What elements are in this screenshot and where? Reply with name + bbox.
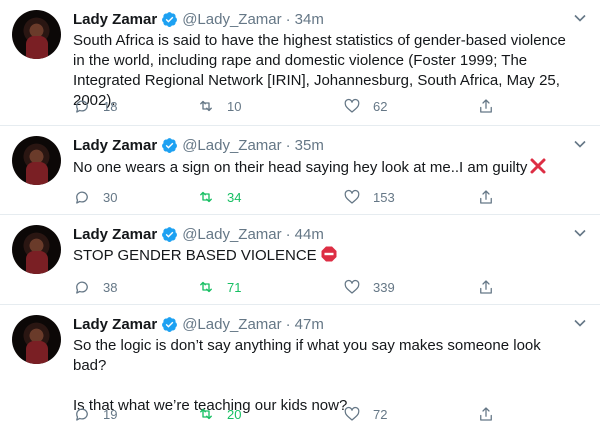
heart-icon	[344, 189, 360, 204]
display-name[interactable]: Lady Zamar	[73, 316, 157, 333]
separator-dot: ·	[285, 10, 291, 28]
verified-badge-icon	[162, 316, 178, 332]
tweet[interactable]: Lady Zamar @Lady_Zamar · 34m South Afric…	[0, 0, 600, 126]
retweet-count: 34	[227, 189, 242, 205]
retweet-button[interactable]: 20	[197, 404, 241, 424]
timestamp[interactable]: 44m	[295, 226, 324, 243]
tweet[interactable]: Lady Zamar @Lady_Zamar · 44m STOP GENDER…	[0, 215, 600, 305]
share-icon	[480, 190, 492, 204]
reply-count: 30	[103, 189, 118, 205]
retweet-icon	[200, 191, 212, 203]
separator-dot: ·	[285, 136, 291, 154]
tweet-paragraph: No one wears a sign on their head saying…	[73, 157, 578, 178]
verified-badge-icon	[162, 226, 178, 242]
reply-button[interactable]: 30	[73, 187, 117, 207]
chevron-down-icon[interactable]	[573, 316, 587, 330]
tweet-paragraph: STOP GENDER BASED VIOLENCE	[73, 246, 578, 266]
reply-count: 18	[103, 98, 118, 114]
avatar[interactable]	[12, 315, 61, 364]
tweet-paragraph-text: No one wears a sign on their head saying…	[73, 159, 528, 176]
like-count: 72	[373, 406, 388, 422]
retweet-count: 10	[227, 98, 242, 114]
chevron-down-icon[interactable]	[573, 226, 587, 240]
tweet[interactable]: Lady Zamar @Lady_Zamar · 35m No one wear…	[0, 126, 600, 215]
retweet-icon	[200, 281, 212, 293]
reply-icon	[76, 408, 88, 421]
share-icon	[480, 99, 492, 113]
reply-button[interactable]: 19	[73, 404, 117, 424]
avatar[interactable]	[12, 225, 61, 274]
separator-dot: ·	[285, 315, 291, 333]
tweet-paragraph-text: STOP GENDER BASED VIOLENCE	[73, 247, 317, 264]
user-handle[interactable]: @Lady_Zamar	[182, 11, 281, 28]
user-handle[interactable]: @Lady_Zamar	[182, 316, 281, 333]
avatar[interactable]	[12, 10, 61, 59]
tweet-header: Lady Zamar @Lady_Zamar · 35m	[73, 135, 324, 155]
retweet-button[interactable]: 10	[197, 96, 241, 116]
user-handle[interactable]: @Lady_Zamar	[182, 226, 281, 243]
retweet-button[interactable]: 34	[197, 187, 241, 207]
verified-badge-icon	[162, 11, 178, 27]
like-button[interactable]: 72	[343, 404, 387, 424]
share-button[interactable]	[477, 277, 507, 297]
like-count: 153	[373, 189, 395, 205]
tweet-actions: 18 10 62	[73, 96, 513, 116]
verified-badge-icon	[162, 137, 178, 153]
like-count: 62	[373, 98, 388, 114]
display-name[interactable]: Lady Zamar	[73, 11, 157, 28]
reply-button[interactable]: 38	[73, 277, 117, 297]
heart-icon	[344, 406, 360, 421]
reply-button[interactable]: 18	[73, 96, 117, 116]
tweet[interactable]: Lady Zamar @Lady_Zamar · 47m So the logi…	[0, 305, 600, 434]
retweet-count: 71	[227, 279, 242, 295]
retweet-button[interactable]: 71	[197, 277, 241, 297]
tweet-actions: 19 20 72	[73, 404, 513, 424]
display-name[interactable]: Lady Zamar	[73, 226, 157, 243]
heart-icon	[344, 279, 360, 294]
reply-count: 38	[103, 279, 118, 295]
reply-icon	[76, 100, 88, 113]
avatar[interactable]	[12, 136, 61, 185]
reply-count: 19	[103, 406, 118, 422]
tweet-text: STOP GENDER BASED VIOLENCE	[73, 246, 578, 266]
reply-icon	[76, 191, 88, 204]
retweet-icon	[200, 408, 212, 420]
share-button[interactable]	[477, 96, 507, 116]
reply-icon	[76, 281, 88, 294]
share-button[interactable]	[477, 404, 507, 424]
like-count: 339	[373, 279, 395, 295]
retweet-count: 20	[227, 406, 242, 422]
like-button[interactable]: 339	[343, 277, 395, 297]
heart-icon	[344, 98, 360, 113]
tweet-header: Lady Zamar @Lady_Zamar · 34m	[73, 9, 324, 29]
like-button[interactable]: 62	[343, 96, 387, 116]
stop-sign-icon	[321, 246, 337, 262]
tweet-header: Lady Zamar @Lady_Zamar · 44m	[73, 224, 324, 244]
retweet-icon	[200, 100, 212, 112]
chevron-down-icon[interactable]	[573, 137, 587, 151]
share-icon	[480, 407, 492, 421]
timestamp[interactable]: 34m	[295, 11, 324, 28]
tweet-feed: Lady Zamar @Lady_Zamar · 34m South Afric…	[0, 0, 600, 434]
tweet-header: Lady Zamar @Lady_Zamar · 47m	[73, 314, 324, 334]
cross-mark-icon	[530, 158, 546, 174]
display-name[interactable]: Lady Zamar	[73, 137, 157, 154]
timestamp[interactable]: 35m	[295, 137, 324, 154]
share-icon	[480, 280, 492, 294]
separator-dot: ·	[285, 225, 291, 243]
timestamp[interactable]: 47m	[295, 316, 324, 333]
tweet-actions: 38 71 339	[73, 277, 513, 297]
tweet-paragraph: So the logic is don’t say anything if wh…	[73, 337, 541, 374]
like-button[interactable]: 153	[343, 187, 395, 207]
chevron-down-icon[interactable]	[573, 11, 587, 25]
share-button[interactable]	[477, 187, 507, 207]
user-handle[interactable]: @Lady_Zamar	[182, 137, 281, 154]
tweet-actions: 30 34 153	[73, 187, 513, 207]
tweet-text: No one wears a sign on their head saying…	[73, 157, 578, 178]
